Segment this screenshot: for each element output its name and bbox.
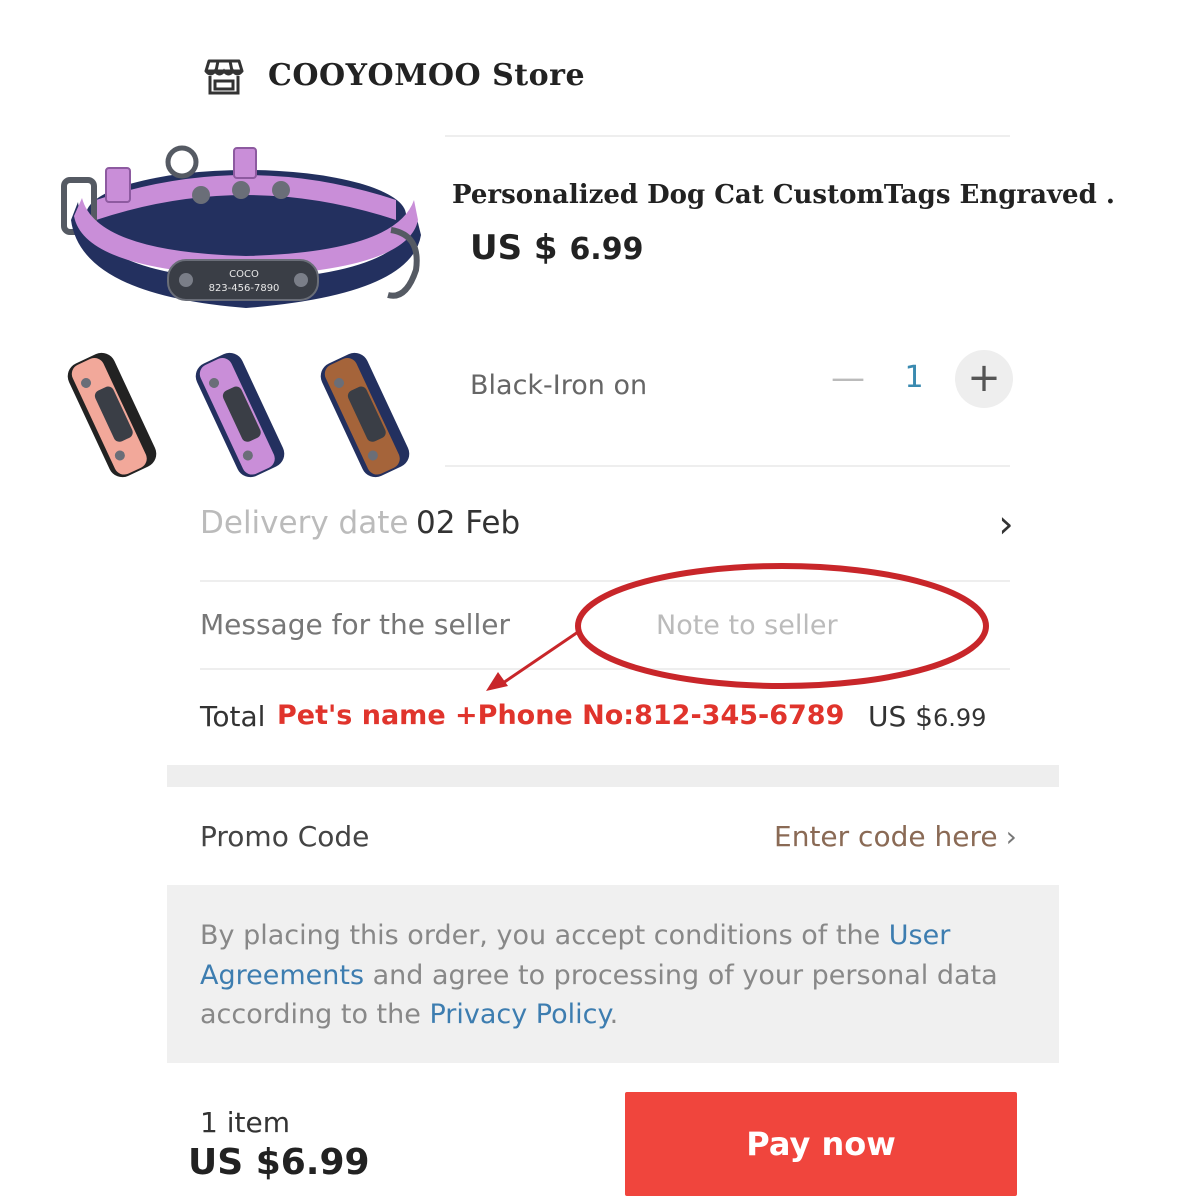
- annotation-arrow-head: [486, 672, 508, 691]
- quantity-decrease-button[interactable]: —: [830, 358, 866, 398]
- variant-label[interactable]: Black-Iron on: [470, 370, 647, 401]
- divider: [445, 465, 1010, 467]
- divider: [445, 135, 1010, 137]
- annotation-arrow-line: [499, 630, 579, 687]
- promo-chevron-right-icon[interactable]: ›: [1006, 820, 1017, 853]
- footer-price-amount: 6.99: [280, 1142, 370, 1183]
- promo-code-label: Promo Code: [200, 820, 370, 853]
- price-currency: US $: [470, 228, 558, 268]
- price-amount: 6.99: [569, 232, 644, 267]
- message-seller-label: Message for the seller: [200, 608, 510, 641]
- total-amount: 6.99: [932, 704, 987, 732]
- product-main-image[interactable]: COCO 823-456-7890: [56, 140, 436, 330]
- product-thumbnail-brown[interactable]: [305, 345, 425, 485]
- product-price: US $ 6.99: [470, 228, 643, 268]
- note-to-seller-input[interactable]: [600, 600, 996, 650]
- total-label: Total: [200, 700, 266, 733]
- divider: [200, 668, 1010, 670]
- divider: [200, 580, 1010, 582]
- tag-name-text: COCO: [229, 269, 259, 280]
- store-name[interactable]: COOYOMOO Store: [268, 58, 585, 93]
- item-count: 1 item: [200, 1106, 290, 1139]
- product-thumbnail-purple[interactable]: [180, 345, 300, 485]
- total-currency: US $: [868, 700, 933, 733]
- footer-total-price: US $6.99: [188, 1142, 370, 1183]
- agreement-text-part: .: [609, 999, 619, 1030]
- pay-now-button[interactable]: Pay now: [625, 1092, 1017, 1196]
- store-icon: [203, 55, 245, 97]
- footer-price-currency: US $: [188, 1142, 281, 1183]
- delivery-date-label: Delivery date: [200, 505, 409, 541]
- quantity-value: 1: [904, 360, 924, 395]
- agreement-text: By placing this order, you accept condit…: [200, 916, 1020, 1035]
- checkout-page: COOYOMOO Store COCO 823-456-7890 Persona…: [0, 0, 1200, 1200]
- product-title[interactable]: Personalized Dog Cat CustomTags Engraved…: [452, 180, 1115, 210]
- quantity-increase-button[interactable]: +: [955, 350, 1013, 408]
- section-separator: [167, 765, 1059, 787]
- annotation-text: Pet's name +Phone No:812-345-6789: [277, 700, 845, 731]
- delivery-chevron-right-icon[interactable]: ›: [990, 502, 1022, 546]
- privacy-policy-link[interactable]: Privacy Policy: [429, 999, 609, 1030]
- agreement-text-part: By placing this order, you accept condit…: [200, 920, 889, 951]
- total-value: US $6.99: [868, 700, 986, 733]
- delivery-date-value: 02 Feb: [416, 505, 521, 541]
- tag-phone-text: 823-456-7890: [209, 283, 280, 294]
- promo-code-link[interactable]: Enter code here ›: [774, 820, 1017, 853]
- promo-code-link-text[interactable]: Enter code here: [774, 820, 998, 853]
- product-thumbnail-pink[interactable]: [52, 345, 172, 485]
